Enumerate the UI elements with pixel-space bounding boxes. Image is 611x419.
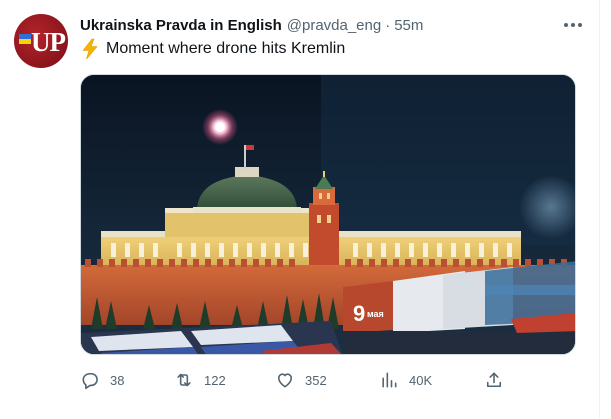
reply-count: 38 [110,372,125,388]
like-button[interactable]: 352 [275,366,327,394]
like-count: 352 [305,372,327,388]
reply-button[interactable]: 38 [80,366,124,394]
avatar[interactable]: UP [14,14,68,68]
tweet-media-image[interactable]: 9 мая [80,74,576,355]
tweet-text: Moment where drone hits Kremlin [80,37,345,61]
tweet-card[interactable]: UP Ukrainska Pravda in English @pravda_e… [0,0,611,419]
author-handle[interactable]: @pravda_eng [287,17,381,34]
avatar-logo-text: UP [31,27,66,57]
tweet-header: Ukrainska Pravda in English @pravda_eng … [80,14,423,36]
kremlin-night-photo: 9 мая [81,75,575,354]
share-icon [486,372,502,388]
author-name[interactable]: Ukrainska Pravda in English [80,17,282,34]
analytics-icon [382,372,397,388]
ukraine-flag-icon [19,34,31,44]
tweet-actions: 38 122 352 40K [80,366,520,394]
heart-icon [277,373,293,388]
views-count: 40K [409,372,433,388]
share-button[interactable] [484,366,514,394]
banner-word: мая [367,309,384,319]
retweet-icon [177,373,191,387]
header-separator: · [385,16,391,34]
high-voltage-emoji-icon [82,38,98,60]
views-button[interactable]: 40K [379,366,432,394]
retweet-button[interactable]: 122 [174,366,226,394]
banner-number: 9 [353,301,365,326]
tweet-text-content: Moment where drone hits Kremlin [106,40,346,57]
tweet-time[interactable]: 55m [394,17,423,34]
reply-icon [82,372,98,390]
more-icon [564,23,568,27]
more-button[interactable] [560,12,586,38]
retweet-count: 122 [204,372,226,388]
